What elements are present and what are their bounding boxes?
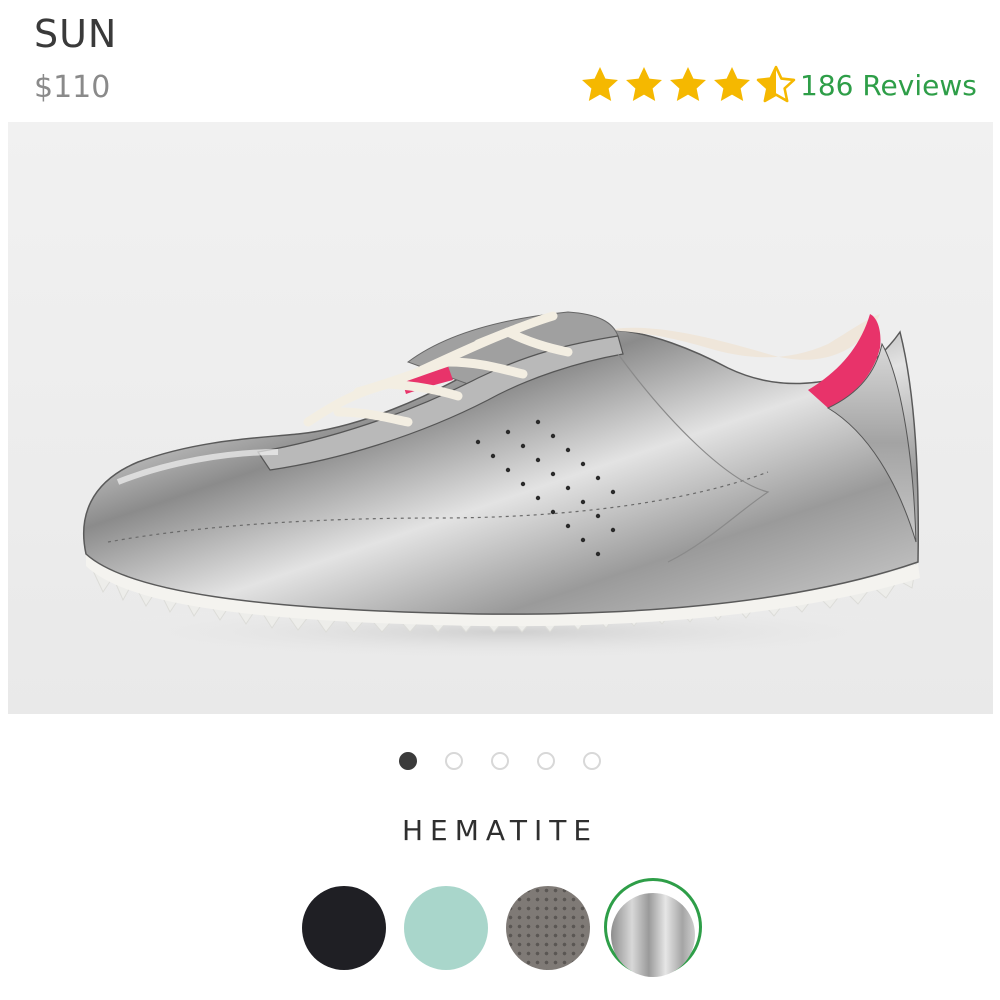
gallery-dot-1[interactable] (399, 752, 417, 770)
star-icon (626, 67, 662, 101)
half-star-icon (756, 65, 796, 103)
gallery-dot-3[interactable] (491, 752, 509, 770)
reviews-link[interactable]: 186 Reviews (800, 69, 977, 102)
mint-swatch[interactable] (404, 886, 488, 970)
star-icon (670, 67, 706, 101)
gallery-dot-2[interactable] (445, 752, 463, 770)
star-rating (578, 63, 798, 107)
gallery-pagination (0, 752, 1000, 770)
product-page: SUN $110 186 Reviews HEMATITE (0, 0, 1000, 1000)
product-header: SUN $110 186 Reviews (0, 0, 1000, 122)
selected-color-name: HEMATITE (401, 814, 599, 847)
taupe-perforated-swatch[interactable] (506, 886, 590, 970)
gallery-dot-4[interactable] (537, 752, 555, 770)
star-icon (714, 67, 750, 101)
rating-block[interactable]: 186 Reviews (578, 62, 977, 108)
silver-swatch[interactable] (611, 893, 695, 977)
sneaker-illustration (8, 122, 993, 714)
star-icon (582, 67, 618, 101)
product-title: SUN (34, 12, 118, 56)
product-image[interactable] (8, 122, 993, 714)
product-price: $110 (34, 70, 111, 105)
gallery-dot-5[interactable] (583, 752, 601, 770)
color-swatches (0, 878, 1000, 978)
black-swatch[interactable] (302, 886, 386, 970)
